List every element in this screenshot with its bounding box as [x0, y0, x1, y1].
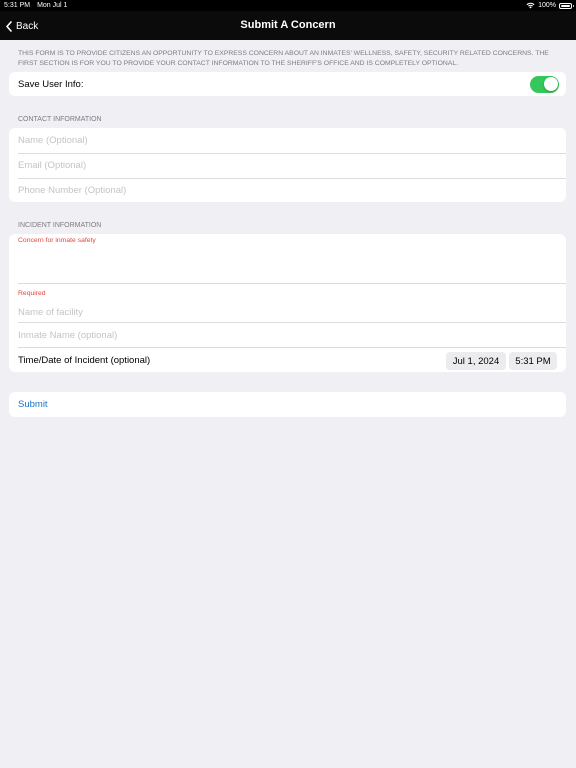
- contact-section-header: CONTACT INFORMATION: [18, 116, 102, 123]
- submit-label: Submit: [18, 399, 48, 410]
- name-placeholder: Name (Optional): [18, 135, 88, 146]
- incident-section-header: INCIDENT INFORMATION: [18, 222, 102, 229]
- submit-button[interactable]: Submit: [9, 392, 566, 417]
- date-picker-button[interactable]: Jul 1, 2024: [446, 352, 506, 370]
- battery-percent: 100%: [538, 2, 556, 9]
- phone-field[interactable]: Phone Number (Optional): [9, 178, 566, 203]
- time-value: 5:31 PM: [515, 355, 551, 367]
- datetime-label: Time/Date of Incident (optional): [18, 355, 151, 366]
- facility-field[interactable]: Name of facility: [18, 283, 566, 322]
- save-user-info-toggle[interactable]: [530, 75, 559, 93]
- save-user-info-row: Save User Info:: [9, 72, 566, 96]
- time-picker-button[interactable]: 5:31 PM: [509, 352, 557, 370]
- battery-icon: [559, 2, 574, 9]
- page-title: Submit A Concern: [240, 19, 336, 31]
- save-user-info-label: Save User Info:: [18, 78, 84, 90]
- name-field[interactable]: Name (Optional): [9, 128, 566, 153]
- facility-placeholder: Name of facility: [18, 307, 83, 318]
- inmate-name-placeholder: Inmate Name (optional): [18, 329, 118, 341]
- concern-label: Concern for inmate safety: [18, 237, 96, 244]
- intro-text: THIS FORM IS TO PROVIDE CITIZENS AN OPPO…: [18, 50, 549, 67]
- navigation-bar: Back Submit A Concern: [0, 11, 576, 40]
- save-user-info-card: Save User Info:: [9, 72, 566, 96]
- inmate-name-field[interactable]: Inmate Name (optional): [18, 322, 566, 347]
- status-time: 5:31 PM: [4, 2, 31, 9]
- contact-card: Name (Optional) Email (Optional) Phone N…: [9, 128, 566, 202]
- incident-card: Concern for inmate safety Name of facili…: [9, 234, 566, 372]
- required-label: Required: [18, 290, 46, 297]
- status-date: Mon Jul 1: [37, 2, 68, 9]
- phone-placeholder: Phone Number (Optional): [18, 185, 127, 196]
- toggle-knob: [543, 77, 558, 91]
- datetime-row: Time/Date of Incident (optional) Jul 1, …: [18, 347, 566, 372]
- submit-card: Submit: [9, 392, 566, 417]
- date-value: Jul 1, 2024: [452, 355, 500, 367]
- concern-textarea[interactable]: Concern for inmate safety: [9, 234, 566, 283]
- status-bar: 5:31 PM Mon Jul 1 100%: [0, 0, 576, 11]
- email-placeholder: Email (Optional): [18, 160, 87, 171]
- wifi-icon: [526, 2, 535, 9]
- email-field[interactable]: Email (Optional): [9, 153, 566, 178]
